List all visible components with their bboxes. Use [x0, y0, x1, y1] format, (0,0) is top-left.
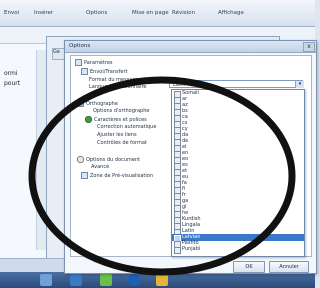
- flag-icon: [174, 247, 181, 254]
- tree-item-options-ortho[interactable]: Options d'orthographe: [93, 108, 149, 114]
- spellcheck-icon: [77, 100, 84, 107]
- tree-item-format[interactable]: Format du message: [89, 77, 139, 83]
- tree-item-langue[interactable]: Langue du dictionnaire: [89, 84, 147, 90]
- ok-button[interactable]: OK: [233, 261, 265, 273]
- taskbar-browser-icon[interactable]: [128, 274, 140, 286]
- taskbar-app-icon[interactable]: [40, 274, 52, 286]
- tree-item-envoi[interactable]: Envoi/Transfert: [81, 68, 128, 75]
- tree-item-liens[interactable]: Ajuster les liens: [97, 132, 137, 138]
- cancel-button[interactable]: Annuler: [269, 261, 309, 273]
- language-option-label: Punjabi: [182, 246, 201, 252]
- tree-item-correction[interactable]: Correction automatique: [97, 124, 156, 130]
- menu-item-1[interactable]: Envoi: [4, 10, 19, 16]
- menu-item-6[interactable]: Affichage: [218, 10, 244, 16]
- pane-text-2: pourt: [4, 80, 21, 87]
- taskbar-mail-icon[interactable]: [156, 274, 168, 286]
- pane-text-1: ormi: [4, 70, 18, 77]
- tree-item-controles[interactable]: Contrôles de format: [97, 140, 147, 146]
- tree-item-preview[interactable]: Zone de Pré-visualisation: [81, 172, 153, 179]
- chevron-down-icon[interactable]: ▾: [295, 81, 304, 88]
- taskbar-media-icon[interactable]: [100, 274, 112, 286]
- tree-item-document[interactable]: Options du document: [77, 156, 140, 163]
- language-dropdown-list: Somali ar az bs ca cs cy da de el en eo es et eu fa fi fr…: [171, 89, 305, 257]
- window-icon: [81, 172, 88, 179]
- settings-panel: Paramètres Envoi/Transfert Format du mes…: [70, 55, 312, 257]
- options-dialog: Options x Paramètres Envoi/Transfert For…: [64, 40, 317, 274]
- folder-icon: [75, 59, 82, 66]
- taskbar-folder-icon[interactable]: [70, 274, 82, 286]
- globe-icon: [85, 116, 92, 123]
- language-option[interactable]: Punjabi: [172, 246, 304, 254]
- menu-item-2[interactable]: Insérer: [34, 10, 53, 16]
- tree-item-orthographe[interactable]: Orthographe: [77, 100, 118, 107]
- dialog-titlebar: Options x: [65, 41, 316, 53]
- gear-icon: [77, 156, 84, 163]
- background-tab-label: Ge: [53, 49, 60, 55]
- envelope-icon: [81, 68, 88, 75]
- tree-item-avance[interactable]: Avancé: [91, 164, 109, 170]
- language-combobox[interactable]: Latin: [169, 80, 303, 88]
- tree-item-polices[interactable]: Caractères et polices: [85, 116, 147, 123]
- menu-item-5[interactable]: Révision: [172, 10, 195, 16]
- menu-bar: Envoi Insérer Options Mise en page Révis…: [0, 0, 315, 27]
- tree-root[interactable]: Paramètres: [75, 59, 113, 66]
- close-button[interactable]: x: [303, 42, 315, 52]
- menu-item-4[interactable]: Mise en page: [132, 10, 169, 16]
- dialog-title: Options: [69, 43, 91, 49]
- menu-item-3[interactable]: Options: [86, 10, 107, 16]
